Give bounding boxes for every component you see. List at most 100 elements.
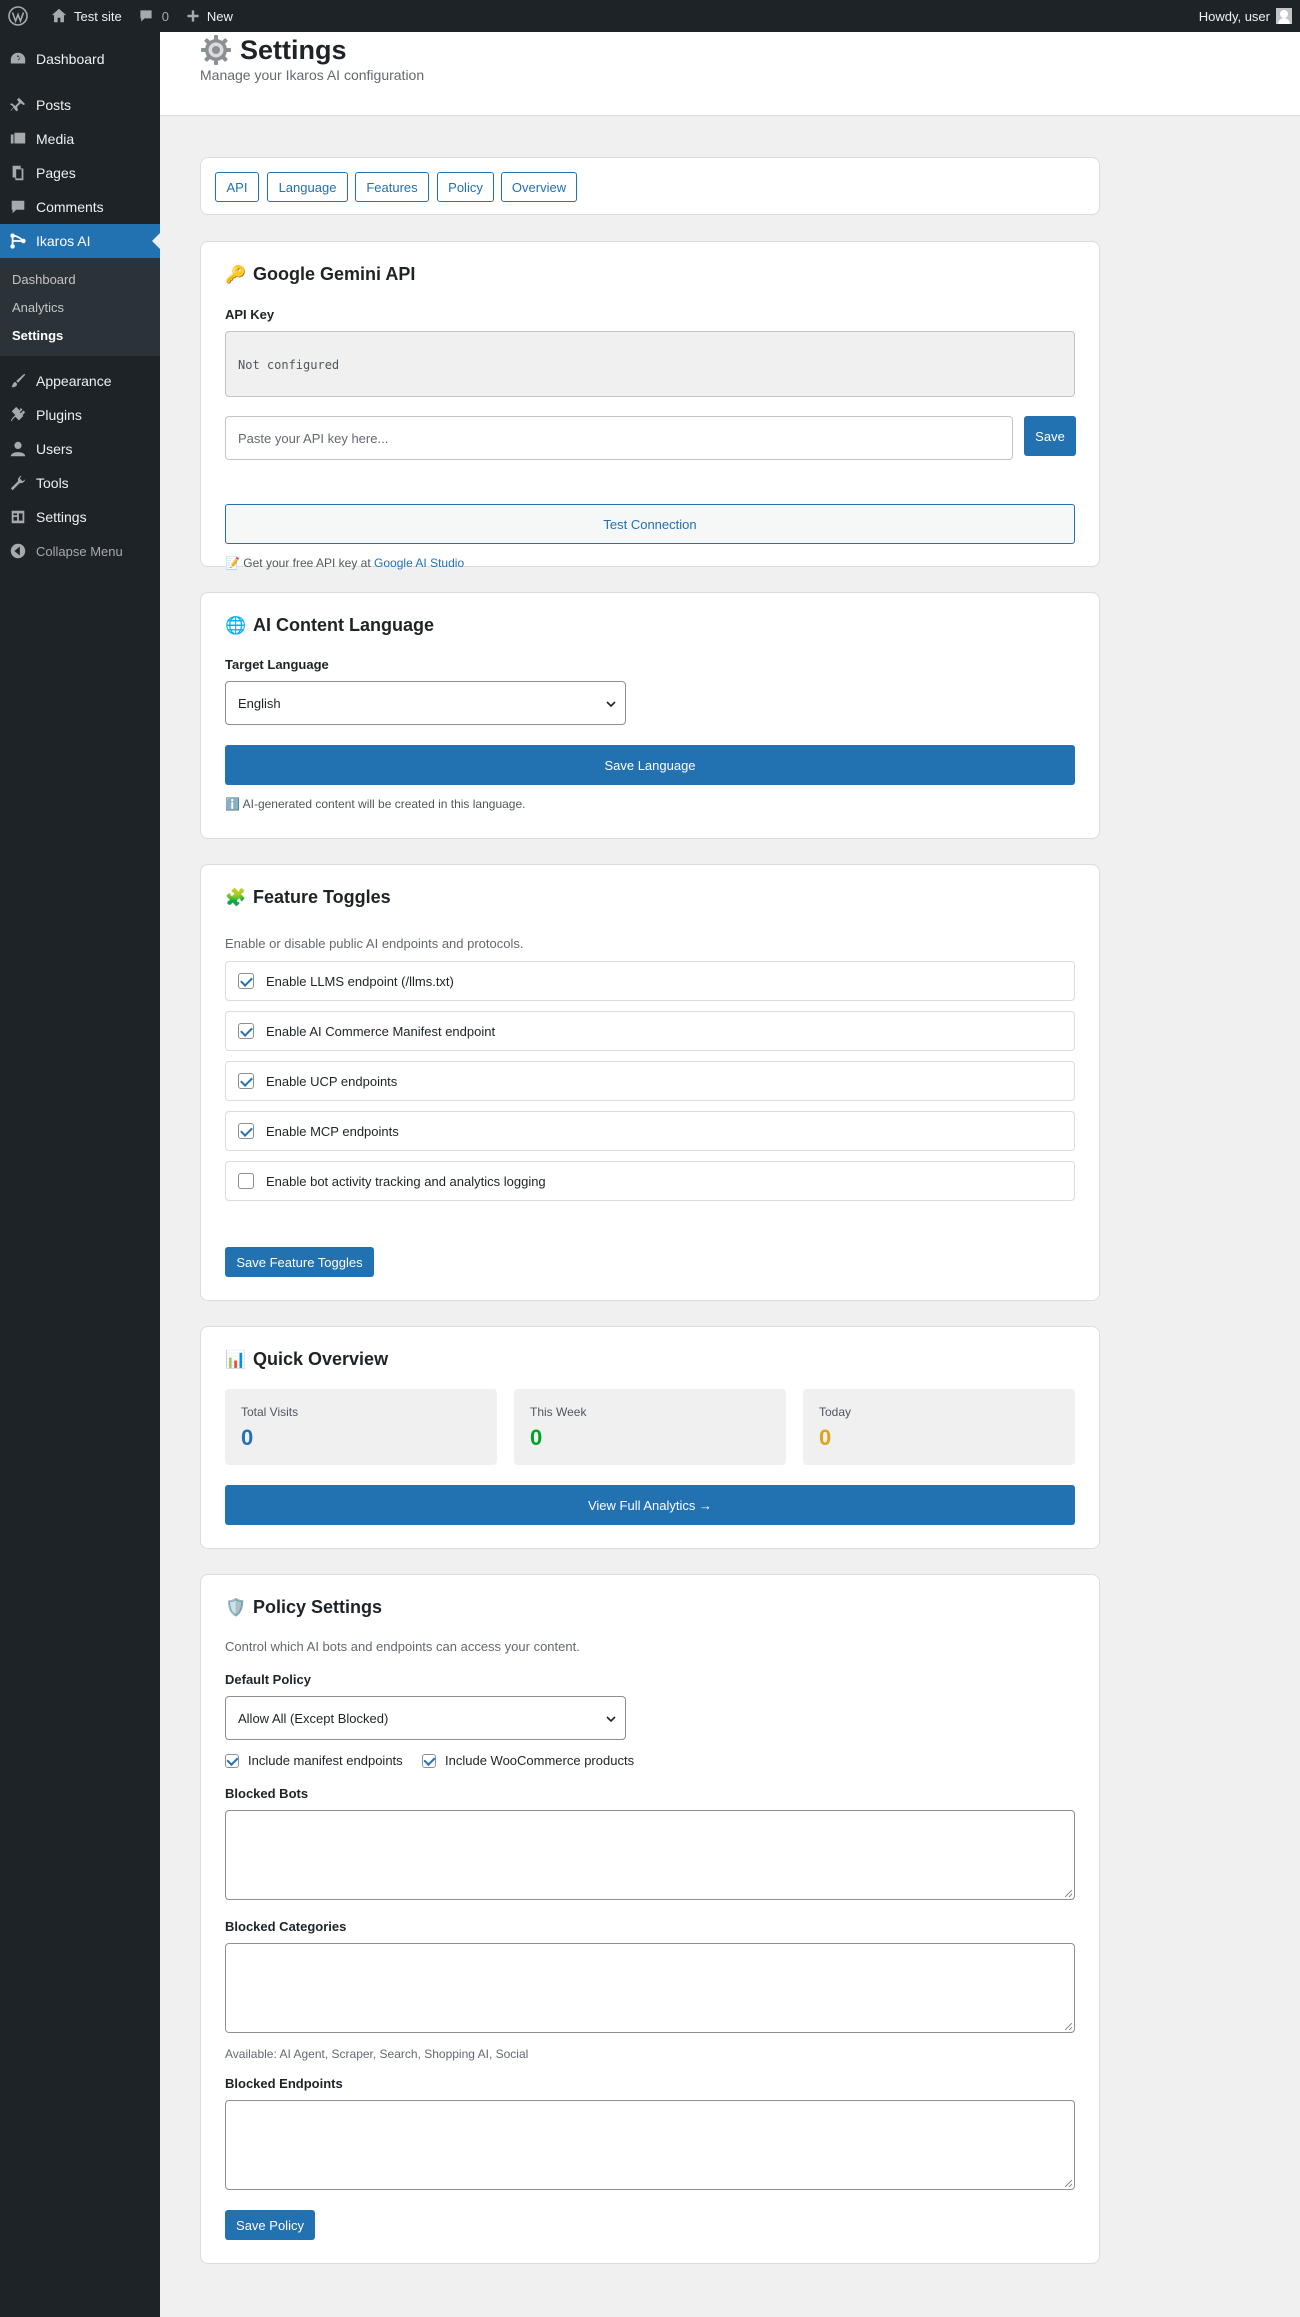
blocked-categories-textarea[interactable] — [225, 1943, 1075, 2033]
api-card-title: 🔑 Google Gemini API — [225, 264, 415, 285]
collapse-menu-button[interactable]: Collapse Menu — [0, 534, 160, 568]
user-account-menu[interactable]: Howdy, user — [1199, 8, 1300, 24]
new-content-link[interactable]: New — [177, 0, 241, 32]
tab-overview[interactable]: Overview — [501, 172, 577, 202]
toggle-mcp-endpoints[interactable]: Enable MCP endpoints — [225, 1111, 1075, 1151]
checkbox[interactable] — [238, 1073, 254, 1089]
page-subtitle: Manage your Ikaros AI configuration — [200, 67, 425, 83]
stat-label: Today — [819, 1405, 852, 1419]
sidebar-item-ikaros-ai[interactable]: Ikaros AI — [0, 224, 160, 258]
pages-icon — [12, 165, 24, 181]
sidebar-item-comments[interactable]: Comments — [0, 190, 160, 224]
collapse-icon — [10, 543, 26, 559]
sidebar-item-settings[interactable]: Settings — [0, 500, 160, 534]
sidebar-item-plugins[interactable]: Plugins — [0, 398, 160, 432]
checkbox[interactable] — [238, 1173, 254, 1189]
sidebar-item-tools[interactable]: Tools — [0, 466, 160, 500]
tab-api[interactable]: API — [215, 172, 259, 202]
admin-bar: Test site 0 New Howdy, user — [0, 0, 1300, 32]
sidebar-item-appearance[interactable]: Appearance — [0, 364, 160, 398]
checkbox[interactable] — [238, 1123, 254, 1139]
include-manifest-option[interactable]: Include manifest endpoints — [225, 1753, 403, 1768]
comments-link[interactable]: 0 — [130, 0, 177, 32]
target-language-label: Target Language — [225, 657, 329, 672]
info-icon: ℹ️ — [225, 797, 240, 811]
sidebar-item-label: Ikaros AI — [36, 233, 91, 249]
tab-policy[interactable]: Policy — [437, 172, 494, 202]
save-api-key-button[interactable]: Save — [1024, 416, 1076, 456]
save-feature-toggles-button[interactable]: Save Feature Toggles — [225, 1247, 374, 1277]
include-woocommerce-option[interactable]: Include WooCommerce products — [422, 1753, 634, 1768]
language-card: 🌐 AI Content Language Target Language En… — [200, 592, 1100, 839]
blocked-categories-label: Blocked Categories — [225, 1919, 347, 1934]
wordpress-logo-button[interactable] — [0, 0, 42, 32]
stat-today: Today 0 — [803, 1389, 1075, 1465]
blocked-endpoints-textarea[interactable] — [225, 2100, 1075, 2190]
blocked-bots-textarea[interactable] — [225, 1810, 1075, 1900]
sidebar-item-posts[interactable]: Posts — [0, 88, 160, 122]
tab-features[interactable]: Features — [355, 172, 429, 202]
toggle-llms-endpoint[interactable]: Enable LLMS endpoint (/llms.txt) — [225, 961, 1075, 1001]
users-icon — [10, 441, 26, 457]
comment-icon — [140, 10, 152, 22]
ikaros-icon — [10, 233, 26, 249]
api-key-status: Not configured — [225, 331, 1075, 397]
language-note: ℹ️ AI-generated content will be created … — [225, 797, 525, 811]
view-full-analytics-button[interactable]: View Full Analytics → — [225, 1485, 1075, 1525]
sidebar-item-pages[interactable]: Pages — [0, 156, 160, 190]
default-policy-label: Default Policy — [225, 1672, 311, 1687]
save-language-button[interactable]: Save Language — [225, 745, 1075, 785]
toggle-bot-tracking[interactable]: Enable bot activity tracking and analyti… — [225, 1161, 1075, 1201]
chevron-down-icon — [606, 701, 616, 708]
pin-icon — [9, 97, 26, 112]
avatar — [1276, 8, 1292, 24]
toggle-label: Enable bot activity tracking and analyti… — [266, 1173, 546, 1189]
stat-value: 0 — [530, 1425, 543, 1450]
language-title-text: AI Content Language — [253, 615, 434, 635]
sidebar-item-label: Settings — [36, 509, 87, 525]
save-policy-button[interactable]: Save Policy — [225, 2210, 315, 2240]
submenu-item-dashboard[interactable]: Dashboard — [0, 265, 160, 293]
stat-value: 0 — [241, 1425, 254, 1450]
collapse-menu-label: Collapse Menu — [36, 543, 123, 559]
stat-value: 0 — [819, 1425, 832, 1450]
submenu-item-analytics[interactable]: Analytics — [0, 293, 160, 321]
toggle-commerce-manifest[interactable]: Enable AI Commerce Manifest endpoint — [225, 1011, 1075, 1051]
sidebar-item-users[interactable]: Users — [0, 432, 160, 466]
sidebar-item-label: Plugins — [36, 407, 82, 423]
toggle-label: Enable LLMS endpoint (/llms.txt) — [266, 973, 454, 989]
tab-language[interactable]: Language — [267, 172, 348, 202]
site-name: Test site — [74, 8, 122, 24]
feature-toggles-card: 🧩 Feature Toggles Enable or disable publ… — [200, 864, 1100, 1301]
checkbox[interactable] — [225, 1753, 239, 1768]
checkbox[interactable] — [422, 1753, 436, 1768]
submenu-item-settings[interactable]: Settings — [0, 321, 160, 349]
sidebar-item-dashboard[interactable]: Dashboard — [0, 42, 160, 76]
ikaros-submenu: Dashboard Analytics Settings — [0, 258, 160, 356]
google-ai-studio-link[interactable]: Google AI Studio — [374, 556, 464, 570]
target-language-value: English — [238, 695, 281, 711]
policy-title-text: Policy Settings — [253, 1597, 383, 1617]
chevron-down-icon — [606, 1716, 616, 1723]
api-card: 🔑 Google Gemini API API Key Not configur… — [200, 241, 1100, 570]
checkbox[interactable] — [238, 973, 254, 989]
api-note-text: Get your free API key at — [243, 556, 371, 570]
toggle-ucp-endpoints[interactable]: Enable UCP endpoints — [225, 1061, 1075, 1101]
gear-icon — [201, 35, 231, 65]
language-note-text: AI-generated content will be created in … — [242, 797, 526, 811]
default-policy-select[interactable]: Allow All (Except Blocked) — [225, 1696, 626, 1740]
sidebar-item-media[interactable]: Media — [0, 122, 160, 156]
sidebar-item-label: Appearance — [36, 373, 112, 389]
site-name-link[interactable]: Test site — [42, 0, 130, 32]
include-woocommerce-label: Include WooCommerce products — [445, 1753, 635, 1768]
checkbox[interactable] — [238, 1023, 254, 1039]
bar-chart-icon: 📊 — [225, 1349, 247, 1369]
api-key-label: API Key — [225, 307, 275, 322]
api-key-input[interactable]: Paste your API key here... — [225, 416, 1013, 460]
sidebar-item-label: Media — [36, 131, 75, 147]
test-connection-button[interactable]: Test Connection — [225, 504, 1075, 544]
target-language-select[interactable]: English — [225, 681, 626, 725]
sidebar-item-label: Users — [36, 441, 73, 457]
dashboard-icon — [10, 52, 26, 64]
policy-card: 🛡️ Policy Settings Control which AI bots… — [200, 1574, 1100, 2264]
